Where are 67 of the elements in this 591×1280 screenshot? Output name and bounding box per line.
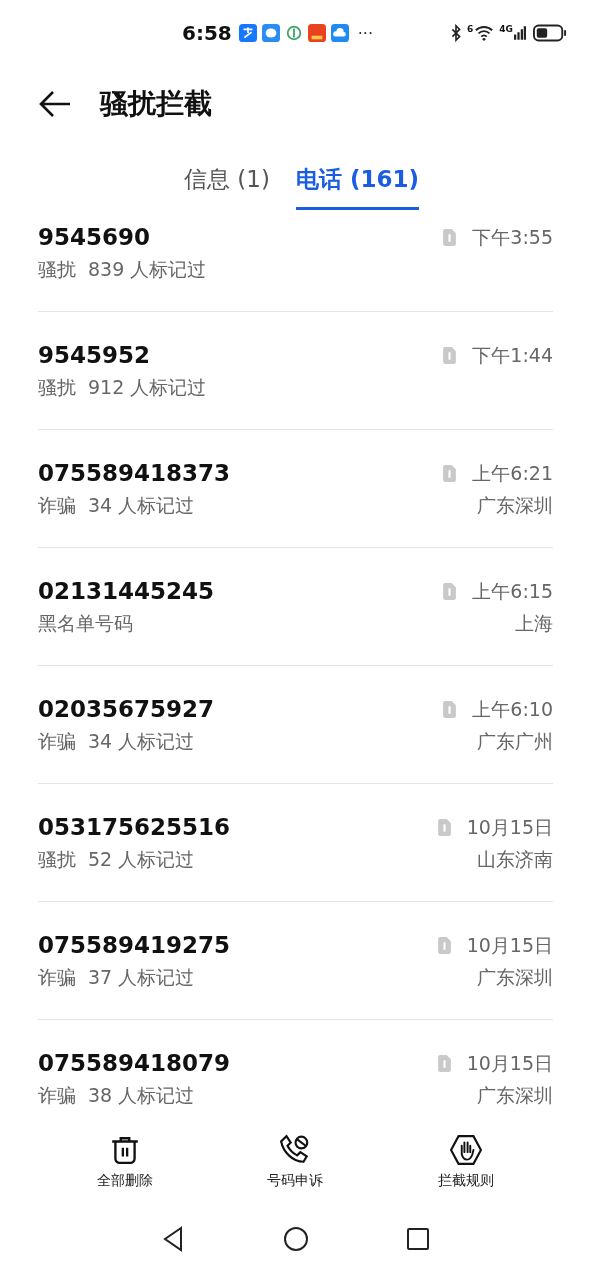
call-time: 上午6:10 — [472, 697, 553, 722]
more-notifications: ··· — [357, 23, 373, 43]
mark-count: 34 人标记过 — [88, 493, 195, 517]
wifi-icon — [474, 24, 495, 42]
call-tag: 黑名单号码 — [38, 611, 133, 635]
phone-number: 9545690 — [38, 223, 152, 251]
mark-count: 912 人标记过 — [88, 375, 207, 399]
call-time: 10月15日 — [466, 1051, 553, 1076]
call-time: 上午6:21 — [472, 461, 553, 486]
mark-count: 839 人标记过 — [88, 257, 207, 281]
sim-card-icon — [443, 464, 457, 482]
call-location: 广东深圳 — [477, 965, 553, 989]
call-location: 广东深圳 — [477, 1083, 553, 1107]
mark-count: 38 人标记过 — [88, 1083, 195, 1107]
page-title: 骚扰拦截 — [100, 86, 212, 122]
call-location: 山东济南 — [477, 847, 553, 871]
status-time: 6:58 — [182, 21, 232, 45]
sim-card-icon — [437, 936, 451, 954]
cloud-app-icon — [330, 24, 349, 42]
call-tag: 诈骗 — [38, 493, 76, 517]
home-nav-icon[interactable] — [282, 1226, 309, 1252]
sim-card-icon — [437, 1054, 451, 1072]
phone-number: 9545952 — [38, 341, 152, 369]
call-time: 下午1:44 — [472, 343, 553, 368]
signal-icon — [514, 24, 526, 42]
back-arrow-icon[interactable] — [38, 90, 72, 118]
phone-number: 075589418079 — [38, 1049, 231, 1077]
toolbar-button[interactable]: 全部删除 — [89, 1130, 162, 1194]
sim-card-icon — [437, 818, 451, 836]
toolbar-button[interactable]: 号码申诉 — [259, 1130, 332, 1194]
call-tag: 骚扰 — [38, 257, 76, 281]
call-tag: 诈骗 — [38, 729, 76, 753]
sim-card-icon — [443, 346, 457, 364]
call-tag: 骚扰 — [38, 375, 76, 399]
tab[interactable]: 信息 (1) — [184, 154, 270, 210]
phone-number: 075589419275 — [38, 931, 231, 959]
network-label: 4G — [499, 24, 513, 34]
mark-count: 34 人标记过 — [88, 729, 195, 753]
call-time: 10月15日 — [466, 815, 553, 840]
tab[interactable]: 电话 (161) — [295, 154, 419, 210]
shop-app-icon — [307, 24, 326, 42]
app-icon — [238, 24, 257, 42]
hand-stop-icon — [449, 1134, 482, 1166]
wifi-label: 6 — [467, 24, 474, 34]
mark-count: 37 人标记过 — [88, 965, 195, 989]
call-location: 广东广州 — [477, 729, 553, 753]
bluetooth-icon — [450, 24, 463, 42]
chat-app-icon — [261, 24, 280, 42]
call-tag: 诈骗 — [38, 1083, 76, 1107]
phone-number: 053175625516 — [38, 813, 231, 841]
call-tag: 骚扰 — [38, 847, 76, 871]
call-time: 下午3:55 — [472, 225, 553, 250]
sim-card-icon — [443, 228, 457, 246]
phone-number: 02035675927 — [38, 695, 215, 723]
mark-count: 52 人标记过 — [88, 847, 195, 871]
call-time: 上午6:15 — [472, 579, 553, 604]
toolbar-button[interactable]: 拦截规则 — [429, 1130, 502, 1194]
phone-number: 075589418373 — [38, 459, 231, 487]
sim-card-icon — [443, 700, 457, 718]
phone-number: 02131445245 — [38, 577, 215, 605]
call-location: 上海 — [515, 611, 553, 635]
sim-card-icon — [443, 582, 457, 600]
call-location: 广东深圳 — [477, 493, 553, 517]
battery-icon — [533, 23, 567, 43]
call-time: 10月15日 — [466, 933, 553, 958]
recents-nav-icon[interactable] — [404, 1226, 431, 1252]
call-tag: 诈骗 — [38, 965, 76, 989]
